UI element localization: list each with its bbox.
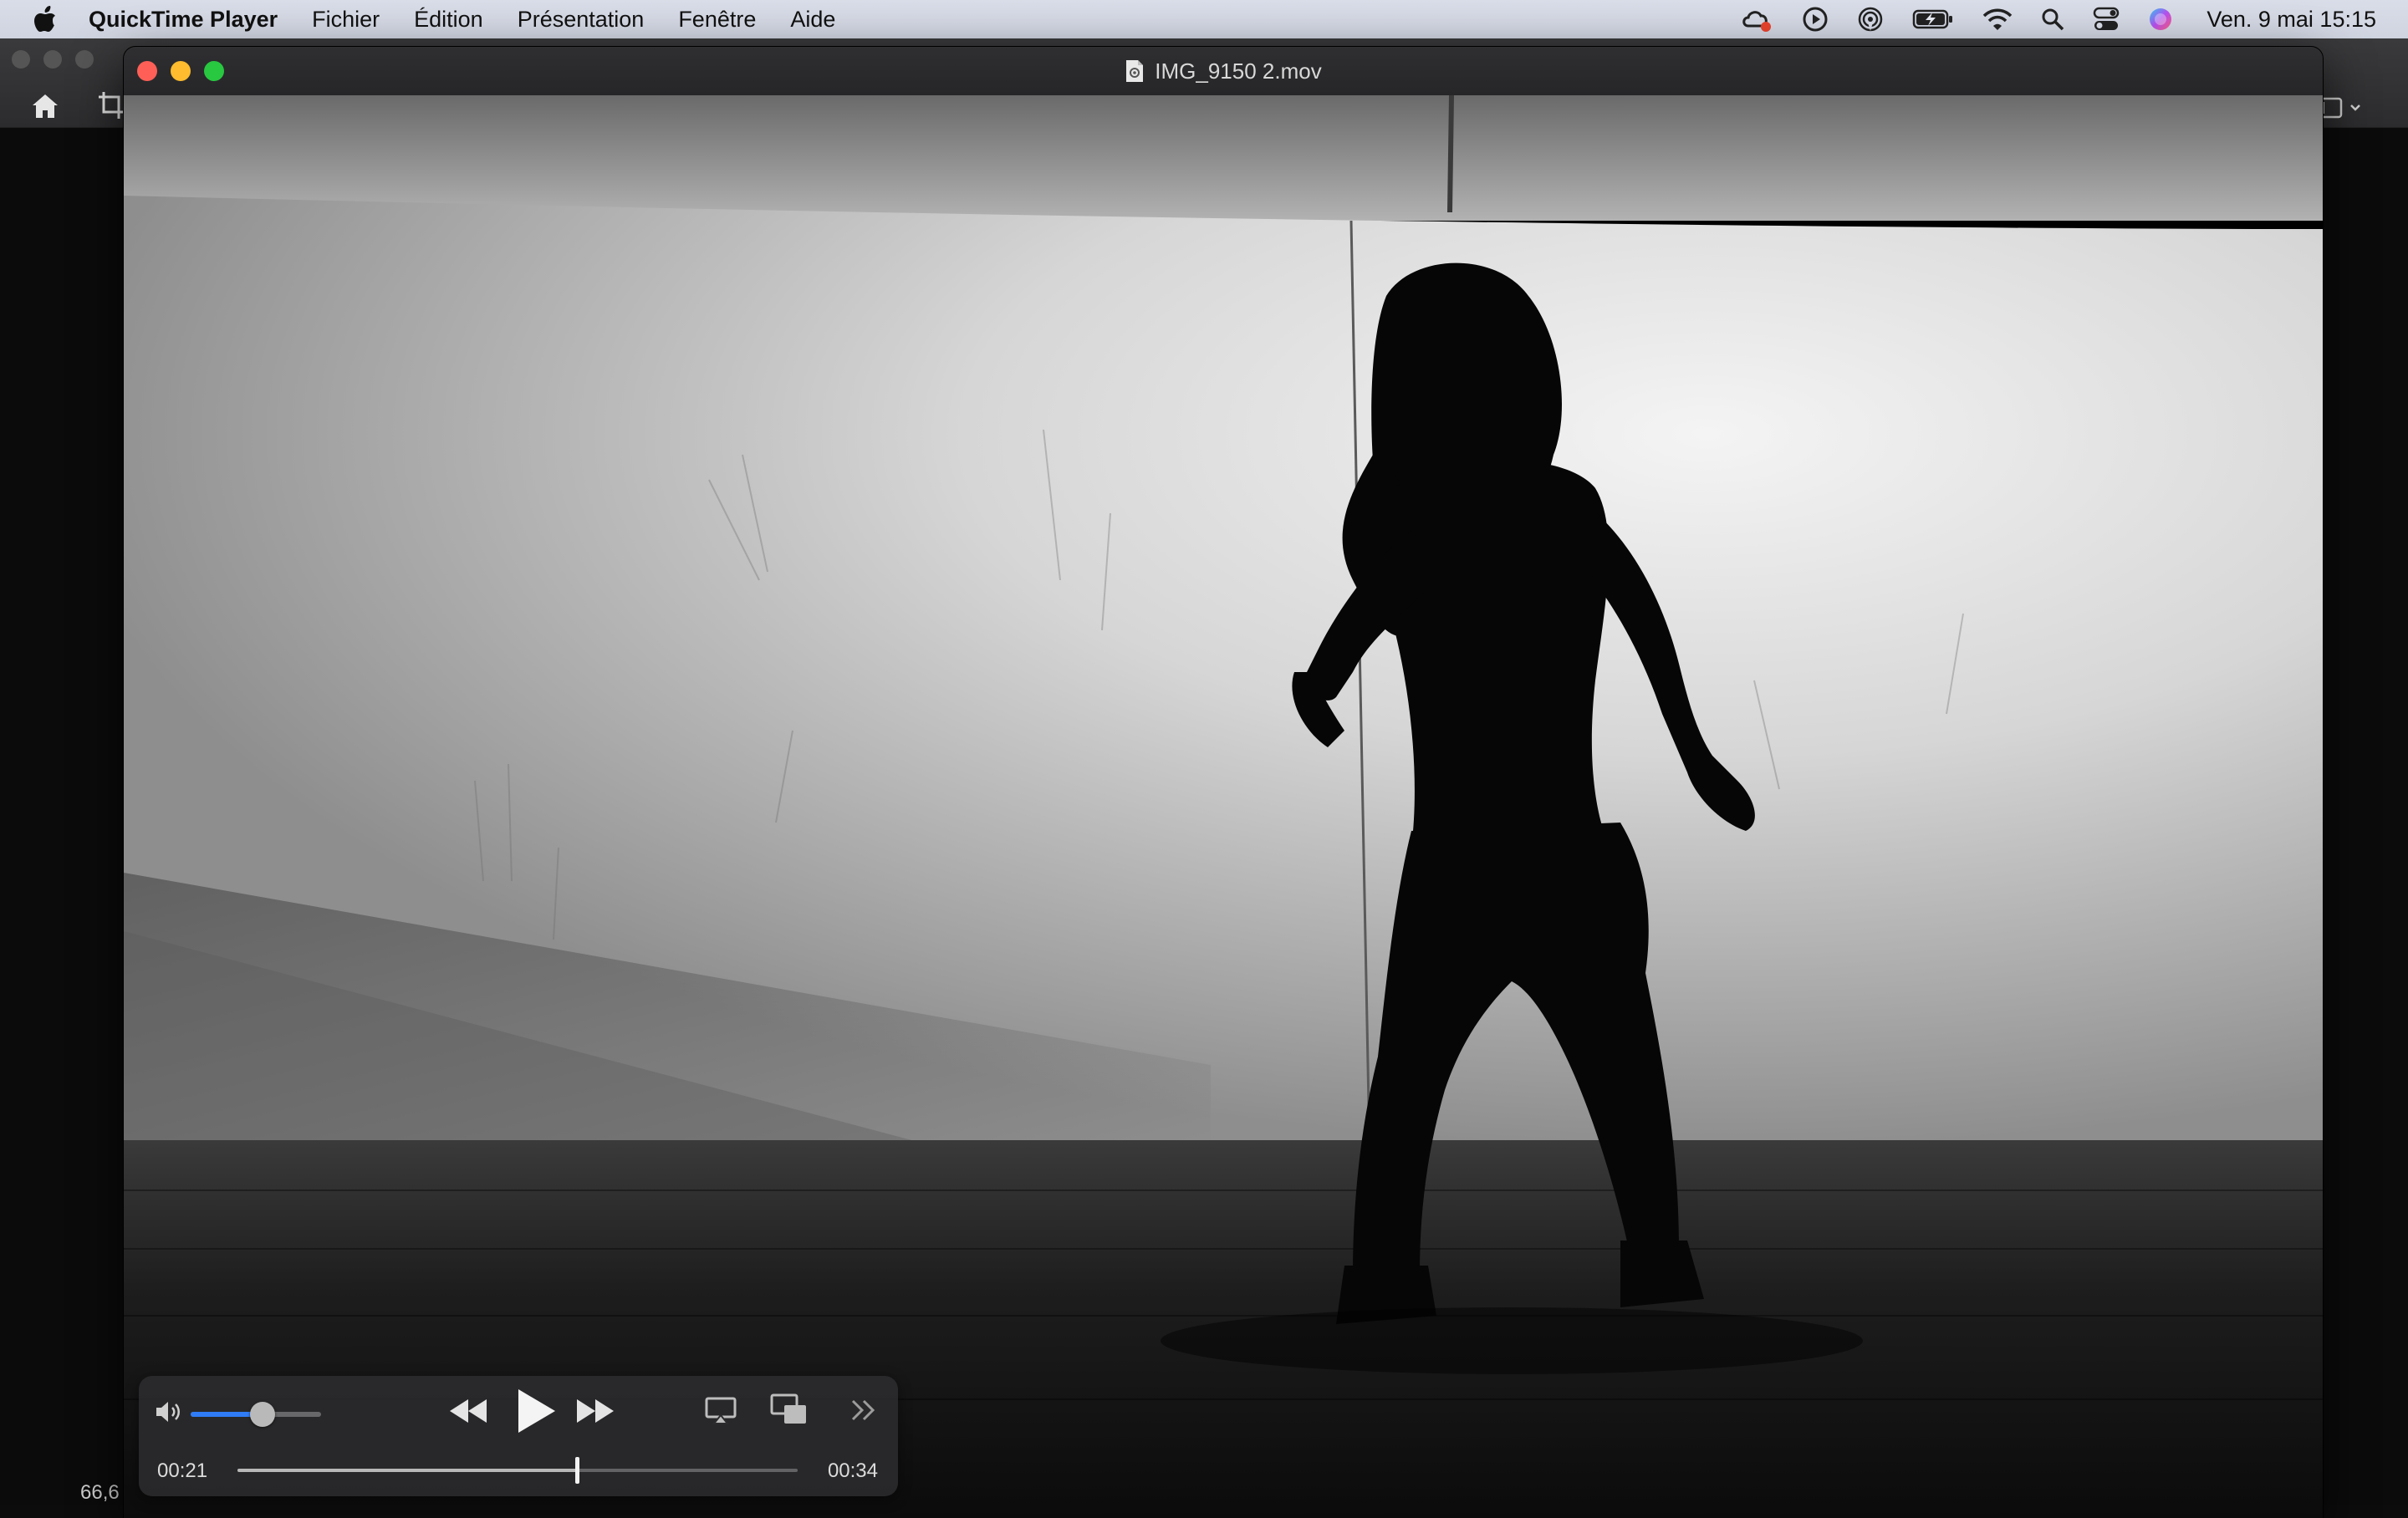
rewind-icon[interactable] <box>448 1396 488 1430</box>
menu-fichier[interactable]: Fichier <box>312 7 380 33</box>
bg-zoom-dot[interactable] <box>75 50 94 69</box>
zoom-level-label: 66,6 <box>80 1481 120 1504</box>
volume-icon[interactable] <box>154 1399 184 1429</box>
window-titlebar[interactable]: IMG_9150 2.mov <box>124 47 2323 96</box>
volume-knob[interactable] <box>249 1402 275 1427</box>
airplay-icon[interactable] <box>704 1396 737 1430</box>
play-icon[interactable] <box>513 1386 559 1440</box>
movie-document-icon <box>1125 59 1145 83</box>
menu-app-name[interactable]: QuickTime Player <box>89 7 278 33</box>
current-time: 00:21 <box>157 1459 208 1482</box>
window-title: IMG_9150 2.mov <box>124 47 2323 95</box>
wifi-icon[interactable] <box>1982 8 2013 31</box>
home-icon[interactable] <box>30 92 60 125</box>
menu-edition[interactable]: Édition <box>414 7 483 33</box>
control-center-icon[interactable] <box>2093 7 2120 32</box>
search-icon[interactable] <box>2041 8 2064 31</box>
menu-fenetre[interactable]: Fenêtre <box>678 7 756 33</box>
menu-aide[interactable]: Aide <box>790 7 835 33</box>
playhead[interactable] <box>575 1457 580 1484</box>
playback-controls: 00:21 00:34 <box>139 1376 898 1496</box>
crop-icon[interactable] <box>97 90 125 125</box>
battery-charging-icon[interactable] <box>1912 8 1954 30</box>
bg-close-dot[interactable] <box>12 50 30 69</box>
apple-logo-icon[interactable] <box>33 5 59 33</box>
quicktime-window: IMG_9150 2.mov 00:21 00:34 <box>124 47 2323 1518</box>
siri-icon[interactable] <box>2148 7 2173 32</box>
timeline-progress <box>237 1469 578 1472</box>
bg-minimize-dot[interactable] <box>43 50 62 69</box>
window-title-text: IMG_9150 2.mov <box>1155 58 1322 84</box>
total-duration: 00:34 <box>827 1459 878 1482</box>
play-circle-icon[interactable] <box>1802 6 1829 33</box>
airdrop-icon[interactable] <box>1857 6 1884 33</box>
fast-forward-icon[interactable] <box>575 1396 615 1430</box>
volume-slider[interactable] <box>191 1402 321 1427</box>
video-frame[interactable] <box>124 95 2323 1518</box>
more-chevron-icon[interactable] <box>849 1396 878 1429</box>
background-window-controls <box>12 50 94 69</box>
menu-bar: QuickTime Player Fichier Édition Présent… <box>0 0 2408 38</box>
status-area: Ven. 9 mai 15:15 <box>1740 0 2408 38</box>
creative-cloud-icon[interactable] <box>1740 6 1773 33</box>
menu-presentation[interactable]: Présentation <box>518 7 645 33</box>
timeline-scrubber[interactable] <box>237 1457 798 1484</box>
picture-in-picture-icon[interactable] <box>769 1393 808 1430</box>
menu-bar-clock[interactable]: Ven. 9 mai 15:15 <box>2206 7 2376 33</box>
